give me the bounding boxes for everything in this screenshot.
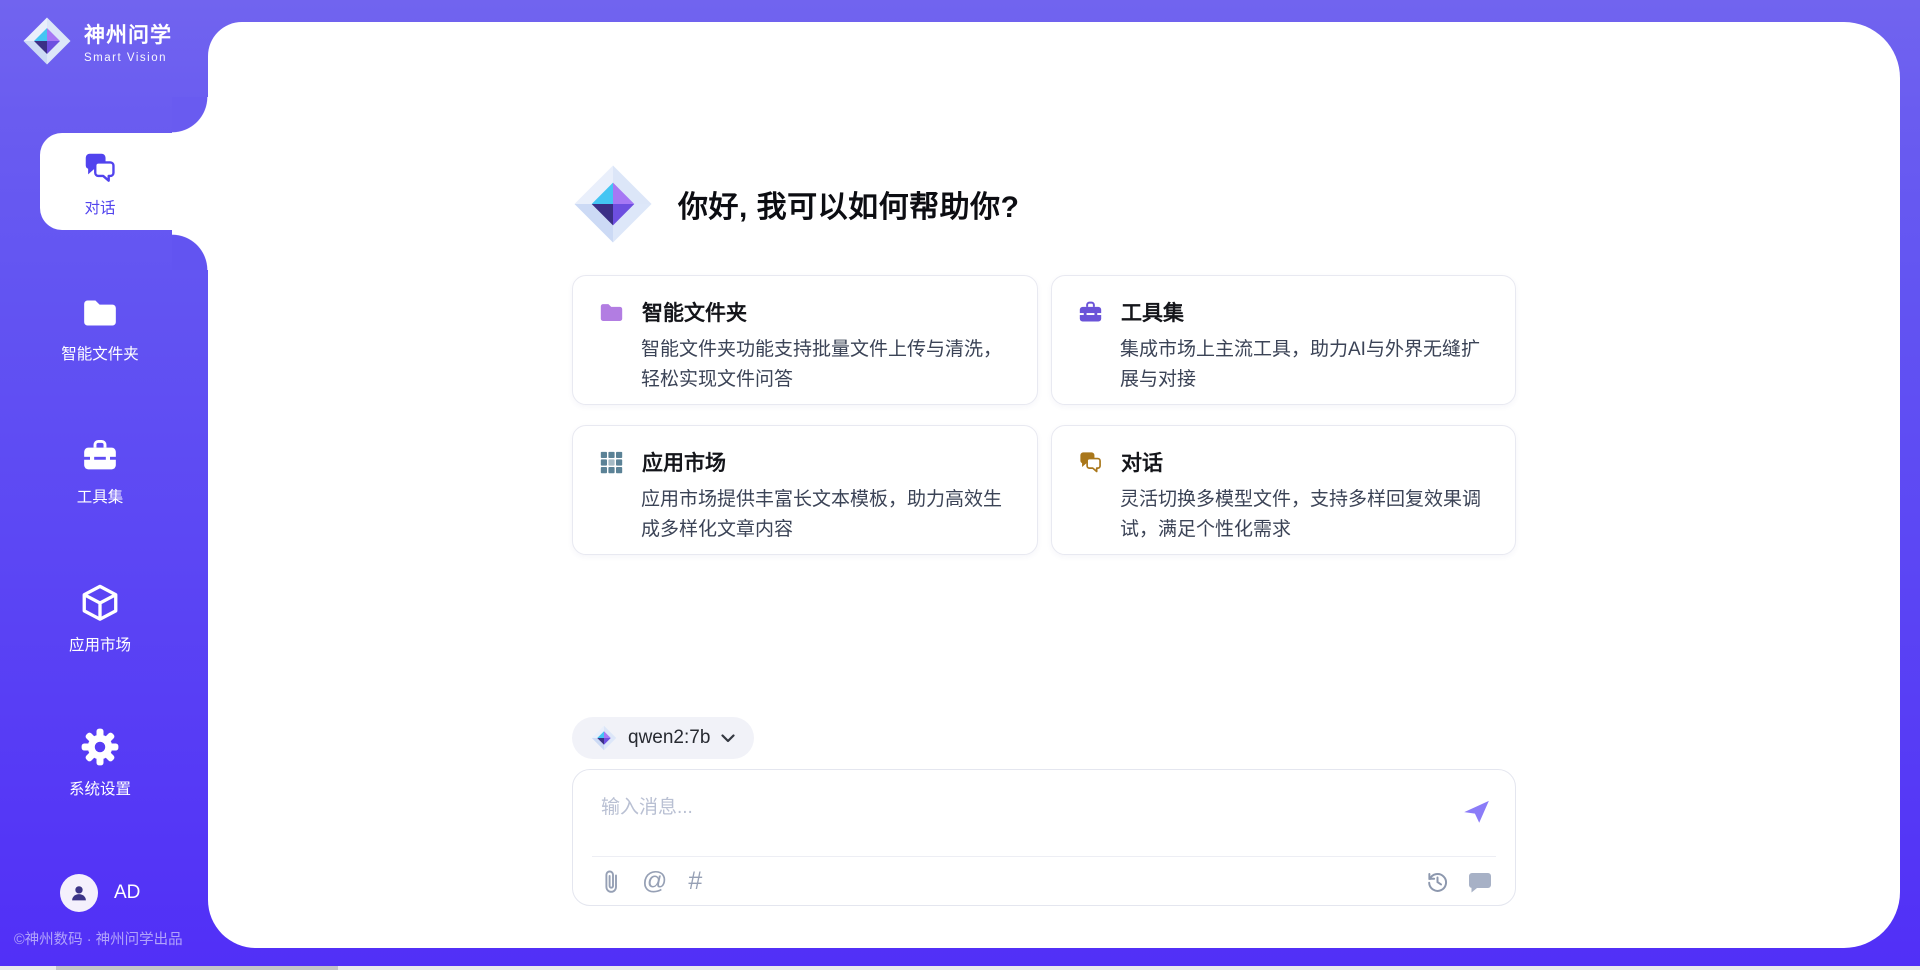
card-title: 应用市场 [642, 447, 726, 477]
gear-icon [79, 726, 121, 768]
model-label: qwen2:7b [628, 727, 710, 749]
card-title: 对话 [1121, 447, 1163, 477]
history-button[interactable] [1425, 869, 1450, 894]
card-description: 集成市场上主流工具，助力AI与外界无缝扩展与对接 [1120, 335, 1489, 395]
card-description: 灵活切换多模型文件，支持多样回复效果调试，满足个性化需求 [1120, 485, 1489, 545]
prism-diamond-icon [591, 725, 617, 751]
prism-diamond-icon [22, 16, 72, 66]
brand-logo: 神州问学 Smart Vision [22, 16, 172, 66]
grid-icon [598, 449, 625, 476]
history-icon [1425, 869, 1450, 894]
card-chat[interactable]: 对话 灵活切换多模型文件，支持多样回复效果调试，满足个性化需求 [1051, 425, 1516, 555]
feature-cards: 智能文件夹 智能文件夹功能支持批量文件上传与清洗，轻松实现文件问答 工具集 [572, 275, 1516, 555]
horizontal-scrollbar-track [0, 966, 1920, 970]
mention-button[interactable]: @ [642, 869, 667, 894]
card-toolset[interactable]: 工具集 集成市场上主流工具，助力AI与外界无缝扩展与对接 [1051, 275, 1516, 405]
person-avatar-icon [68, 882, 90, 904]
tab-curve-top [172, 97, 208, 133]
chat-bubbles-icon [1077, 449, 1104, 476]
horizontal-scrollbar-thumb[interactable] [56, 966, 338, 970]
user-name: AD [114, 882, 140, 904]
paperclip-icon [601, 868, 621, 895]
user-profile[interactable]: AD [60, 874, 140, 912]
greeting-row: 你好, 我可以如何帮助你? [572, 163, 1020, 245]
sidebar-item-label: 系统设置 [69, 777, 131, 799]
avatar [60, 874, 98, 912]
toolbox-icon [1077, 299, 1104, 326]
composer-toolbar: @ # [601, 857, 1493, 906]
send-button[interactable] [1461, 796, 1491, 826]
chevron-down-icon [721, 734, 735, 743]
feedback-button[interactable] [1467, 871, 1493, 893]
sidebar-item-smart-folder[interactable]: 智能文件夹 [0, 293, 200, 364]
sidebar-item-label: 应用市场 [69, 633, 131, 655]
message-composer: @ # [572, 769, 1516, 906]
model-selector[interactable]: qwen2:7b [572, 717, 754, 759]
sidebar-item-app-market[interactable]: 应用市场 [0, 582, 200, 655]
card-title: 智能文件夹 [642, 297, 747, 327]
cube-icon [79, 582, 121, 624]
folder-icon [598, 299, 625, 326]
attach-file-button[interactable] [601, 868, 621, 895]
sidebar-item-label: 智能文件夹 [61, 342, 139, 364]
send-plane-icon [1461, 796, 1491, 826]
sidebar-item-label: 对话 [84, 196, 115, 218]
card-title: 工具集 [1121, 297, 1184, 327]
sidebar-item-chat[interactable]: 对话 [0, 149, 200, 218]
brand-title: 神州问学 [84, 19, 172, 49]
hashtag-button[interactable]: # [688, 869, 702, 894]
main-content: 你好, 我可以如何帮助你? 智能文件夹 智能文件夹功能支持批量文件上传与清洗，轻… [572, 0, 1516, 970]
folder-icon [80, 293, 120, 333]
sidebar-footer-text: ©神州数码 · 神州问学出品 [14, 928, 183, 949]
chat-bubble-filled-icon [1467, 871, 1493, 893]
at-sign-icon: @ [642, 869, 667, 894]
sidebar-item-toolset[interactable]: 工具集 [0, 436, 200, 507]
prism-diamond-icon [572, 163, 654, 245]
chat-bubbles-icon [81, 149, 119, 187]
card-app-market[interactable]: 应用市场 应用市场提供丰富长文本模板，助力高效生成多样化文章内容 [572, 425, 1038, 555]
card-description: 应用市场提供丰富长文本模板，助力高效生成多样化文章内容 [641, 485, 1011, 545]
card-smart-folder[interactable]: 智能文件夹 智能文件夹功能支持批量文件上传与清洗，轻松实现文件问答 [572, 275, 1038, 405]
card-description: 智能文件夹功能支持批量文件上传与清洗，轻松实现文件问答 [641, 335, 1011, 395]
brand-subtitle: Smart Vision [84, 52, 172, 64]
greeting-text: 你好, 我可以如何帮助你? [678, 182, 1020, 226]
hash-icon: # [688, 869, 702, 894]
tab-curve-bottom [172, 230, 208, 270]
message-input[interactable] [573, 770, 1433, 832]
toolbox-icon [80, 436, 120, 476]
sidebar-item-label: 工具集 [77, 485, 124, 507]
sidebar-item-settings[interactable]: 系统设置 [0, 726, 200, 799]
